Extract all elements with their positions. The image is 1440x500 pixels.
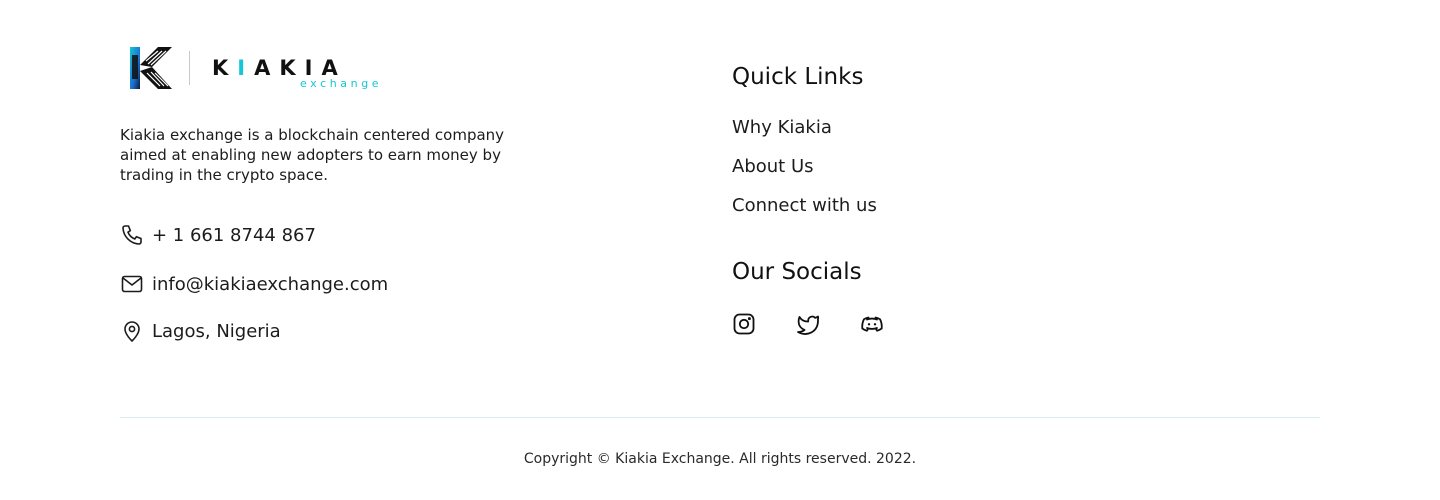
- copyright-text: Copyright © Kiakia Exchange. All rights …: [523, 451, 917, 467]
- quick-link-about-us[interactable]: About Us: [732, 156, 814, 177]
- brand-sub: exchange: [300, 77, 383, 90]
- instagram-link[interactable]: [732, 312, 756, 336]
- mail-icon: [121, 275, 143, 293]
- brand-logo[interactable]: KIAKIA exchange: [128, 44, 392, 92]
- kiakia-logo-mark-icon: [130, 47, 172, 89]
- discord-icon: [861, 316, 883, 332]
- brand-wordmark: KIAKIA exchange: [212, 44, 392, 92]
- location-pin-icon: [124, 321, 140, 342]
- socials-heading: Our Socials: [732, 259, 862, 285]
- contact-phone[interactable]: + 1 661 8744 867: [120, 222, 316, 248]
- email-address: info@kiakiaexchange.com: [152, 273, 389, 295]
- location-text: Lagos, Nigeria: [152, 320, 281, 342]
- brand-name-accent: I: [237, 56, 255, 80]
- quick-links-heading: Quick Links: [732, 64, 864, 90]
- twitter-icon: [797, 315, 820, 335]
- footer-divider: [120, 417, 1320, 418]
- discord-link[interactable]: [860, 312, 884, 336]
- instagram-icon: [733, 313, 755, 335]
- logo-divider: [189, 51, 190, 85]
- contact-location: Lagos, Nigeria: [120, 318, 281, 344]
- company-description: Kiakia exchange is a blockchain centered…: [120, 126, 505, 184]
- quick-link-why-kiakia[interactable]: Why Kiakia: [732, 117, 832, 138]
- phone-number: + 1 661 8744 867: [152, 224, 316, 246]
- twitter-link[interactable]: [796, 312, 820, 336]
- contact-email[interactable]: info@kiakiaexchange.com: [120, 271, 388, 297]
- quick-link-connect[interactable]: Connect with us: [732, 195, 877, 216]
- phone-icon: [122, 225, 142, 245]
